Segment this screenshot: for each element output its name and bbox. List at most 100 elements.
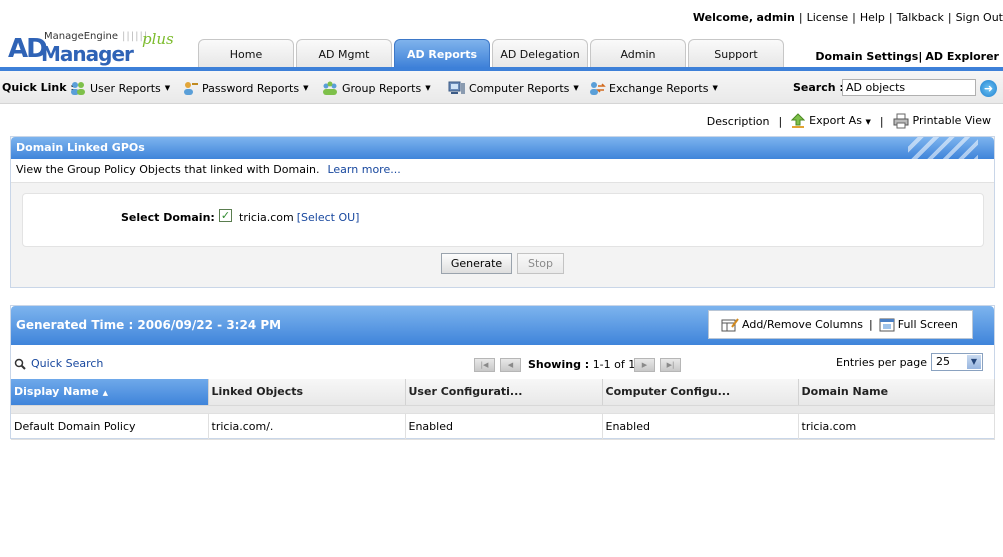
logo-product: Manager — [41, 42, 134, 66]
quick-search-label: Quick Search — [31, 357, 104, 370]
panel-title-text: Domain Linked GPOs — [16, 141, 145, 154]
column-header-computer-configuration[interactable]: Computer Configu... — [602, 379, 799, 406]
full-screen-icon — [879, 318, 895, 331]
username: admin — [756, 11, 795, 24]
search-input[interactable] — [842, 79, 976, 96]
showing-value: 1-1 of 1 — [592, 358, 636, 371]
title-decoration — [908, 137, 978, 159]
report-criteria-panel: Domain Linked GPOs View the Group Policy… — [10, 136, 995, 288]
learn-more-link[interactable]: Learn more... — [327, 163, 400, 176]
description-link[interactable]: Description — [707, 115, 770, 128]
quick-link-label: Quick Link : — [2, 81, 75, 94]
printable-view-button[interactable]: Printable View — [893, 113, 991, 129]
computer-icon — [448, 81, 465, 94]
add-remove-columns-button[interactable]: Add/Remove Columns — [721, 306, 863, 344]
exchange-icon — [590, 82, 606, 95]
dropdown-arrow-icon: ▼ — [303, 84, 309, 92]
entries-per-page-select[interactable]: 25 ▼ — [931, 353, 983, 371]
select-ou-link[interactable]: [Select OU] — [297, 211, 360, 224]
quick-link-label-password: Password Reports — [202, 81, 300, 95]
full-screen-label: Full Screen — [897, 317, 958, 331]
quick-link-group-reports[interactable]: Group Reports ▼ — [321, 77, 431, 99]
cell-computer-configuration: Enabled — [602, 413, 799, 440]
column-header-display-name[interactable]: Display Name ▲ — [11, 379, 209, 406]
welcome-text: Welcome, — [692, 11, 754, 24]
filter-spacer-row — [11, 405, 995, 414]
results-title: Generated Time : 2006/09/22 - 3:24 PM Ad… — [11, 306, 994, 345]
table-toolbar: Quick Search |◀ ◀ Showing : 1-1 of 1 ▶ ▶… — [11, 345, 994, 379]
quick-link-bar: Quick Link : User Reports ▼ Password Repo… — [0, 71, 1003, 104]
quick-link-exchange-reports[interactable]: Exchange Reports ▼ — [588, 77, 718, 99]
panel-description: View the Group Policy Objects that linke… — [11, 159, 994, 183]
cell-linked-objects: tricia.com/. — [208, 413, 406, 440]
domain-selection: tricia.com [Select OU] — [239, 211, 359, 224]
tab-admin[interactable]: Admin — [590, 39, 686, 68]
dropdown-arrow-icon: ▼ — [164, 84, 171, 92]
full-screen-button[interactable]: Full Screen — [879, 306, 958, 344]
tab-support[interactable]: Support — [688, 39, 784, 68]
quick-link-label-group: Group Reports — [342, 81, 422, 95]
quick-link-computer-reports[interactable]: Computer Reports ▼ — [448, 77, 579, 99]
select-domain-label: Select Domain: — [121, 211, 215, 224]
generated-time: Generated Time : 2006/09/22 - 3:24 PM — [16, 318, 282, 332]
quick-search-link[interactable]: Quick Search — [14, 357, 103, 370]
top-links: Welcome, admin | License | Help | Talkback | Sig… — [692, 11, 1003, 24]
domain-links: Domain Settings| AD Explorer — [815, 50, 999, 63]
dropdown-arrow-icon: ▼ — [573, 84, 579, 92]
search-label: Search : — [793, 81, 844, 94]
printer-icon — [893, 113, 909, 129]
help-link[interactable]: Help — [860, 11, 885, 24]
next-page-icon[interactable]: ▶ — [634, 358, 655, 372]
pagination-status: Showing : 1-1 of 1 — [528, 358, 635, 371]
entries-per-page-label: Entries per page — [836, 356, 928, 369]
tab-ad-delegation[interactable]: AD Delegation — [492, 39, 588, 68]
first-page-icon[interactable]: |◀ — [474, 358, 495, 372]
cell-display-name: Default Domain Policy — [11, 413, 209, 440]
tab-ad-mgmt[interactable]: AD Mgmt — [296, 39, 392, 68]
domain-name-text: tricia.com — [239, 211, 294, 224]
quick-link-label-user: User Reports — [90, 81, 161, 95]
panel-description-text: View the Group Policy Objects that linke… — [16, 163, 320, 176]
search-go-icon[interactable]: ➜ — [980, 80, 997, 97]
chevron-down-icon: ▼ — [967, 355, 981, 369]
spacer-cell — [11, 405, 995, 414]
column-header-label: Display Name — [14, 385, 99, 399]
previous-page-icon[interactable]: ◀ — [500, 358, 521, 372]
generate-button[interactable]: Generate — [441, 253, 512, 274]
users-icon — [71, 82, 85, 95]
admanager-logo[interactable]: ManageEngine |||||| AD Manager plus — [8, 28, 178, 66]
app-header: ManageEngine |||||| AD Manager plus Welco… — [0, 0, 1003, 68]
quick-link-label-computer: Computer Reports — [469, 81, 570, 95]
table-row[interactable]: Default Domain Policy tricia.com/. Enabl… — [11, 413, 995, 440]
column-header-linked-objects[interactable]: Linked Objects — [208, 379, 406, 406]
stop-button[interactable]: Stop — [517, 253, 564, 274]
tab-ad-reports[interactable]: AD Reports — [394, 39, 490, 68]
sign-out-link[interactable]: Sign Out — [956, 11, 1003, 24]
results-table: Display Name ▲ Linked Objects User Confi… — [11, 379, 995, 440]
export-as-button[interactable]: Export As ▼ — [791, 113, 871, 129]
export-arrow-icon — [791, 113, 806, 128]
column-header-domain-name[interactable]: Domain Name — [798, 379, 995, 406]
export-as-label: Export As — [809, 114, 862, 127]
column-tools: Add/Remove Columns | Full Screen — [708, 310, 973, 339]
column-header-user-configuration[interactable]: User Configurati... — [405, 379, 603, 406]
dropdown-arrow-icon: ▼ — [425, 84, 431, 92]
domain-settings-link[interactable]: Domain Settings — [815, 50, 918, 63]
quick-link-user-reports[interactable]: User Reports ▼ — [69, 77, 170, 99]
group-icon — [323, 81, 337, 95]
report-actions: Description | Export As ▼ | Printable Vi… — [706, 113, 991, 129]
last-page-icon[interactable]: ▶| — [660, 358, 681, 372]
main-tabs: Home AD Mgmt AD Reports AD Delegation Ad… — [198, 39, 786, 68]
license-link[interactable]: License — [807, 11, 848, 24]
tab-home[interactable]: Home — [198, 39, 294, 68]
vendor-name: ManageEngine |||||| — [44, 31, 149, 42]
talkback-link[interactable]: Talkback — [897, 11, 944, 24]
domain-checkbox[interactable]: ✓ — [219, 209, 232, 222]
ad-explorer-link[interactable]: AD Explorer — [925, 50, 999, 63]
printable-view-label: Printable View — [912, 114, 991, 127]
edit-columns-icon — [721, 317, 739, 331]
report-results-panel: Generated Time : 2006/09/22 - 3:24 PM Ad… — [10, 305, 995, 440]
quick-link-password-reports[interactable]: Password Reports ▼ — [181, 77, 308, 99]
table-header-row: Display Name ▲ Linked Objects User Confi… — [11, 379, 995, 406]
search-icon — [14, 358, 26, 370]
